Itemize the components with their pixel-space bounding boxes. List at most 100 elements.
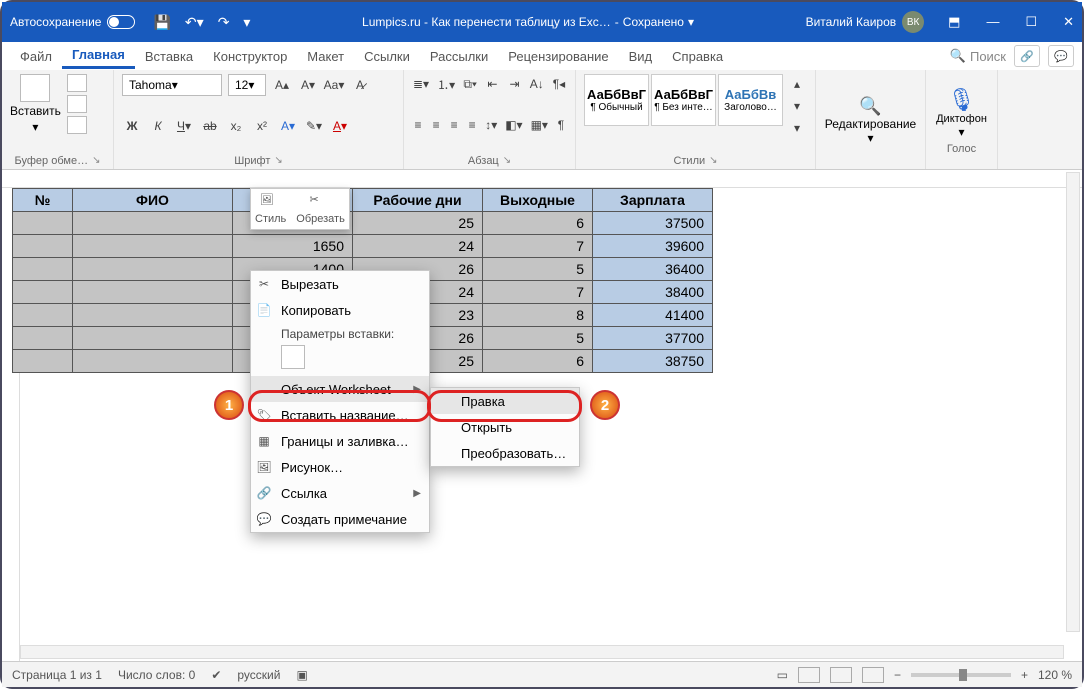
save-icon[interactable]: 💾 [153,14,170,31]
web-layout-icon[interactable] [862,667,884,683]
redo-icon[interactable]: ↷ [218,14,230,31]
tab-references[interactable]: Ссылки [354,45,420,68]
menu-cut[interactable]: ✂Вырезать [251,271,429,297]
justify-icon[interactable]: ≡ [466,115,478,135]
mini-style-button[interactable]: 🖼 Стиль [255,193,286,225]
horizontal-ruler[interactable] [2,170,1082,188]
change-case-icon[interactable]: Aa▾ [324,75,344,95]
close-icon[interactable]: ✕ [1063,14,1074,30]
tab-insert[interactable]: Вставка [135,45,203,68]
comments-button[interactable]: 💬 [1048,45,1074,67]
zoom-out-icon[interactable]: − [894,668,901,682]
submenu-convert[interactable]: Преобразовать… [431,440,579,466]
font-color-icon[interactable]: A▾ [330,116,350,136]
share-button[interactable]: 🔗 [1014,45,1040,67]
style-normal[interactable]: АаБбВвГ¶ Обычный [584,74,649,126]
find-icon[interactable]: 🔍 [859,96,881,117]
paste-option-icon[interactable] [281,345,305,369]
search-box[interactable]: 🔍 Поиск [950,48,1006,64]
tab-design[interactable]: Конструктор [203,45,297,68]
focus-mode-icon[interactable]: ▭ [777,668,788,682]
show-marks-icon[interactable]: ¶ [555,115,567,135]
numbering-icon[interactable]: ⒈▾ [436,74,456,94]
tab-mailings[interactable]: Рассылки [420,45,498,68]
read-mode-icon[interactable] [798,667,820,683]
bold-icon[interactable]: Ж [122,116,142,136]
format-painter-icon[interactable] [67,116,87,134]
tab-home[interactable]: Главная [62,43,135,69]
styles-launcher-icon[interactable]: ↘ [709,155,717,167]
menu-copy[interactable]: 📄Копировать [251,297,429,323]
dictate-icon[interactable]: 🎙 [948,87,976,113]
submenu-open[interactable]: Открыть [431,414,579,440]
cut-icon[interactable] [67,74,87,92]
menu-new-comment[interactable]: 💬Создать примечание [251,506,429,532]
tab-file[interactable]: Файл [10,45,62,68]
menu-insert-caption[interactable]: 🏷Вставить название… [251,402,429,428]
outdent-icon[interactable]: ⇤ [484,74,500,94]
multilevel-icon[interactable]: ⧉▾ [462,74,478,94]
highlight-icon[interactable]: ✎▾ [304,116,324,136]
word-count[interactable]: Число слов: 0 [118,668,195,682]
tab-view[interactable]: Вид [619,45,663,68]
menu-borders-shading[interactable]: ▦Границы и заливка… [251,428,429,454]
style-no-spacing[interactable]: АаБбВвГ¶ Без инте… [651,74,716,126]
underline-icon[interactable]: Ч▾ [174,116,194,136]
undo-icon[interactable]: ↶▾ [185,14,204,31]
align-center-icon[interactable]: ≡ [430,115,442,135]
tab-layout[interactable]: Макет [297,45,354,68]
tab-review[interactable]: Рецензирование [498,45,618,68]
font-name-select[interactable]: Tahoma ▾ [122,74,222,96]
align-right-icon[interactable]: ≡ [448,115,460,135]
dictate-label[interactable]: Диктофон [936,113,987,125]
qat-more-icon[interactable]: ▾ [243,14,250,31]
grow-font-icon[interactable]: A▴ [272,75,292,95]
font-size-select[interactable]: 12 ▾ [228,74,266,96]
ribbon-options-icon[interactable]: ⬒ [948,14,960,30]
rtl-icon[interactable]: ¶◂ [551,74,567,94]
menu-object-worksheet[interactable]: Объект Worksheet▶ [251,376,429,402]
styles-down-icon[interactable]: ▾ [787,96,807,116]
styles-up-icon[interactable]: ▴ [787,74,807,94]
autosave-toggle[interactable]: Автосохранение [10,15,135,29]
zoom-slider[interactable] [911,673,1011,677]
editing-label[interactable]: Редактирование [825,117,916,131]
borders-icon[interactable]: ▦▾ [530,115,549,135]
para-launcher-icon[interactable]: ↘ [503,155,511,167]
italic-icon[interactable]: К [148,116,168,136]
paste-button[interactable]: Вставить ▾ [10,74,61,134]
subscript-icon[interactable]: x₂ [226,116,246,136]
mini-crop-button[interactable]: ✂ Обрезать [296,193,345,225]
style-heading[interactable]: АаБбВвЗаголово… [718,74,783,126]
horizontal-scrollbar[interactable] [20,645,1064,659]
page-indicator[interactable]: Страница 1 из 1 [12,668,102,682]
spellcheck-icon[interactable]: ✔ [211,668,221,682]
bullets-icon[interactable]: ≣▾ [412,74,430,94]
maximize-icon[interactable]: ☐ [1025,14,1037,30]
user-account[interactable]: Виталий Каиров ВК [806,11,925,33]
submenu-edit[interactable]: Правка [431,388,579,414]
shading-icon[interactable]: ◧▾ [504,115,523,135]
zoom-level[interactable]: 120 % [1038,668,1072,682]
language-indicator[interactable]: русский [237,668,280,682]
zoom-in-icon[interactable]: + [1021,668,1028,682]
text-effects-icon[interactable]: A▾ [278,116,298,136]
macro-icon[interactable]: ▣ [296,668,307,682]
menu-picture[interactable]: 🖼Рисунок… [251,454,429,480]
strike-icon[interactable]: ab [200,116,220,136]
font-launcher-icon[interactable]: ↘ [274,155,282,167]
superscript-icon[interactable]: x² [252,116,272,136]
sort-icon[interactable]: A↓ [529,74,545,94]
line-spacing-icon[interactable]: ↕▾ [484,115,498,135]
menu-link[interactable]: 🔗Ссылка▶ [251,480,429,506]
clipboard-launcher-icon[interactable]: ↘ [92,155,100,167]
vertical-scrollbar[interactable] [1066,172,1080,632]
indent-icon[interactable]: ⇥ [506,74,522,94]
toggle-icon[interactable] [107,15,135,29]
tab-help[interactable]: Справка [662,45,733,68]
styles-more-icon[interactable]: ▾ [787,118,807,138]
align-left-icon[interactable]: ≡ [412,115,424,135]
copy-icon[interactable] [67,95,87,113]
clear-format-icon[interactable]: A̷ [350,75,370,95]
minimize-icon[interactable]: — [986,14,999,30]
